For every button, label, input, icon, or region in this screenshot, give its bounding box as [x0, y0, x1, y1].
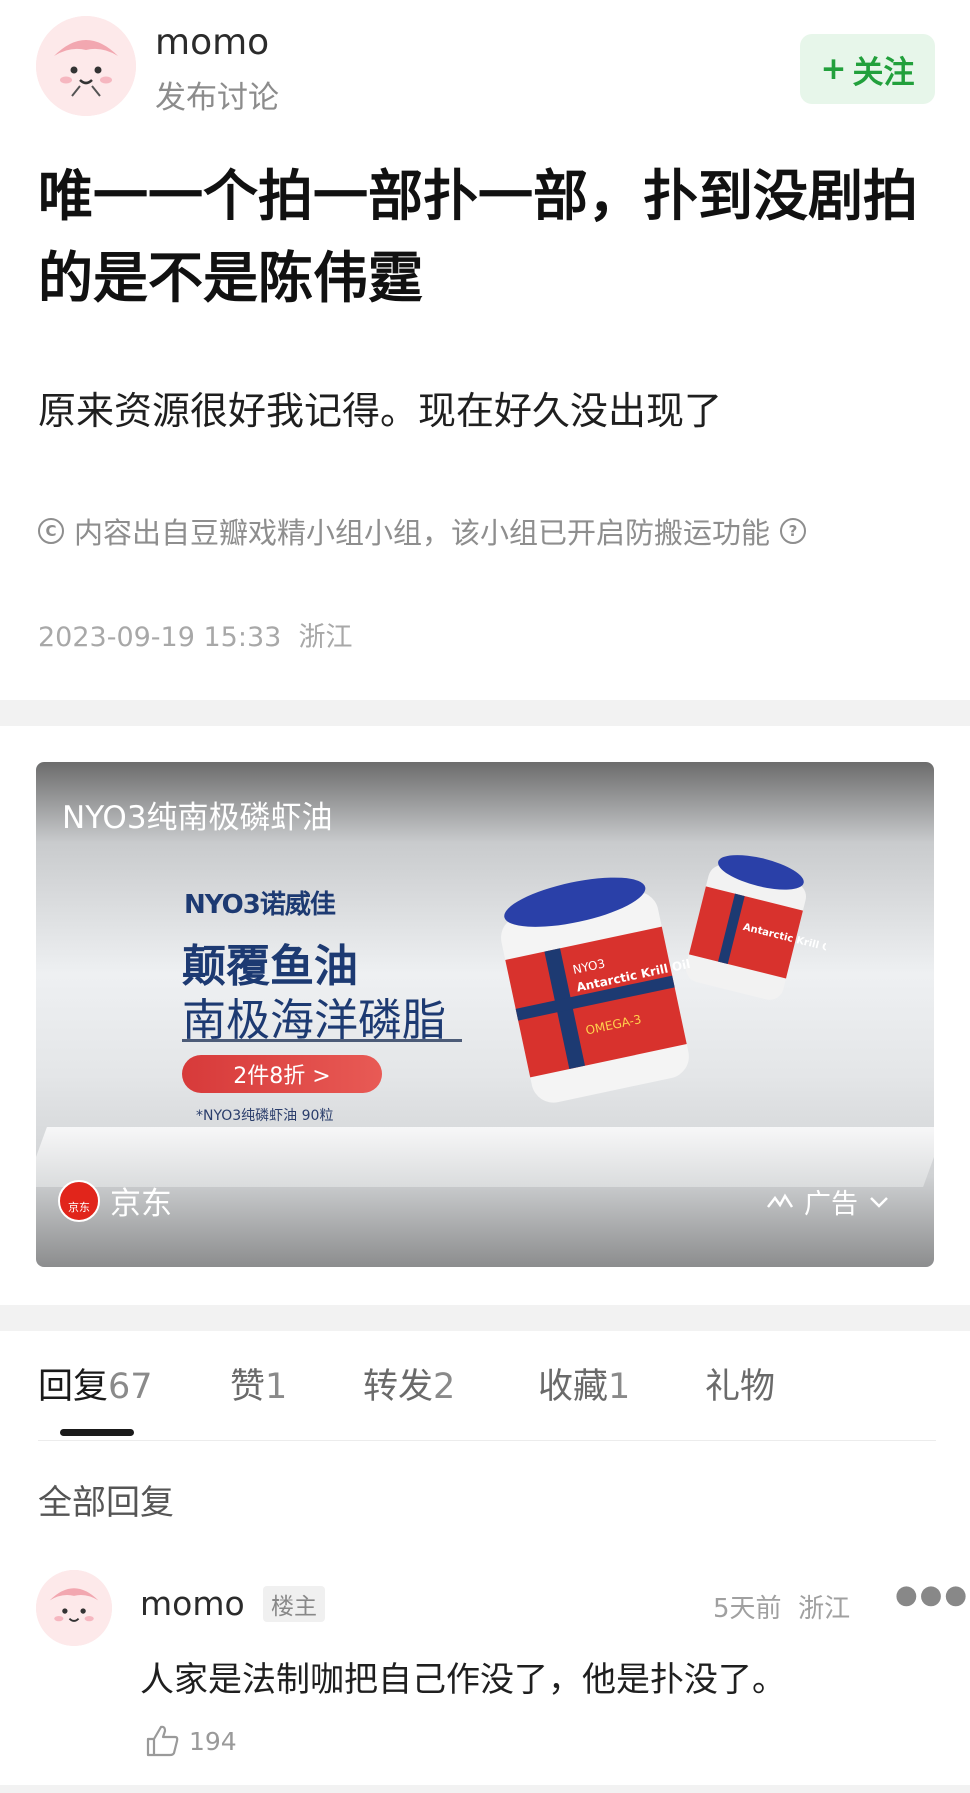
copyright-text: 内容出自豆瓣戏精小组小组，该小组已开启防搬运功能 — [74, 516, 771, 550]
tab-likes[interactable]: 赞1 — [230, 1358, 287, 1409]
ad-divider — [182, 1039, 462, 1042]
section-divider — [0, 700, 970, 726]
tab-reposts[interactable]: 转发2 — [363, 1358, 455, 1409]
post-location: 浙江 — [298, 622, 353, 653]
interaction-tabs: 回复67 赞1 转发2 收藏1 礼物 — [38, 1358, 936, 1438]
author-name[interactable]: momo — [155, 22, 269, 63]
ad-source[interactable]: 京东 京东 — [58, 1178, 172, 1223]
ad-title: NYO3纯南极磷虾油 — [62, 800, 333, 836]
op-badge: 楼主 — [263, 1586, 325, 1622]
ad-source-label: 京东 — [110, 1186, 172, 1222]
ad-brand: NYO3诺威佳 — [184, 890, 336, 920]
post-title: 唯一一个拍一部扑一部，扑到没剧拍的是不是陈伟霆 — [38, 164, 919, 310]
author-avatar[interactable] — [36, 16, 136, 116]
like-button[interactable]: 194 — [145, 1724, 237, 1758]
post-type-label: 发布讨论 — [155, 80, 279, 116]
section-divider-2 — [0, 1305, 970, 1331]
tab-replies[interactable]: 回复67 — [38, 1358, 153, 1409]
comment-location: 浙江 — [798, 1594, 851, 1624]
more-options-icon[interactable]: ●●● — [895, 1580, 969, 1610]
post-meta: 2023-09-19 15:33 浙江 — [38, 615, 352, 654]
bottom-divider — [0, 1785, 970, 1793]
help-icon[interactable]: ? — [780, 518, 807, 544]
copyright-icon: C — [38, 518, 64, 544]
follow-button[interactable]: + 关注 — [800, 34, 935, 104]
all-replies-header: 全部回复 — [38, 1483, 174, 1523]
ad-promo-button[interactable]: 2件8折 > — [182, 1055, 382, 1093]
active-tab-indicator — [60, 1429, 134, 1436]
comment-time: 5天前 — [713, 1594, 782, 1624]
tab-favorites[interactable]: 收藏1 — [538, 1358, 630, 1409]
comment-meta: 5天前 浙江 — [713, 1588, 850, 1625]
tab-gifts[interactable]: 礼物 — [705, 1358, 775, 1409]
jd-logo-icon: 京东 — [58, 1179, 100, 1222]
commenter-avatar[interactable] — [36, 1570, 112, 1646]
ad-options[interactable]: 广告 — [766, 1182, 890, 1221]
chevron-down-icon — [870, 1196, 888, 1208]
comment-text: 人家是法制咖把自己作没了，他是扑没了。 — [140, 1660, 786, 1700]
like-count: 194 — [189, 1726, 237, 1756]
ad-tag-label: 广告 — [804, 1189, 858, 1220]
ad-banner[interactable]: NYO3纯南极磷虾油 NYO3诺威佳 颠覆鱼油 南极海洋磷脂 2件8折 > *N… — [36, 762, 934, 1267]
ad-footnote: *NYO3纯磷虾油 90粒 — [196, 1108, 334, 1124]
thumbs-up-icon — [146, 1725, 179, 1757]
plus-icon: + — [820, 51, 847, 87]
follow-label: 关注 — [852, 54, 915, 91]
copyright-notice: C 内容出自豆瓣戏精小组小组，该小组已开启防搬运功能 ? — [38, 510, 807, 552]
ad-signal-icon — [767, 1193, 794, 1208]
post-date: 2023-09-19 15:33 — [38, 622, 282, 653]
tab-divider — [38, 1440, 936, 1441]
krill-oil-jars-image: Antarctic Krill Oil NYO3 Antarctic Krill… — [501, 855, 826, 1103]
commenter-name[interactable]: momo — [140, 1584, 245, 1623]
post-body: 原来资源很好我记得。现在好久没出现了 — [38, 389, 723, 433]
